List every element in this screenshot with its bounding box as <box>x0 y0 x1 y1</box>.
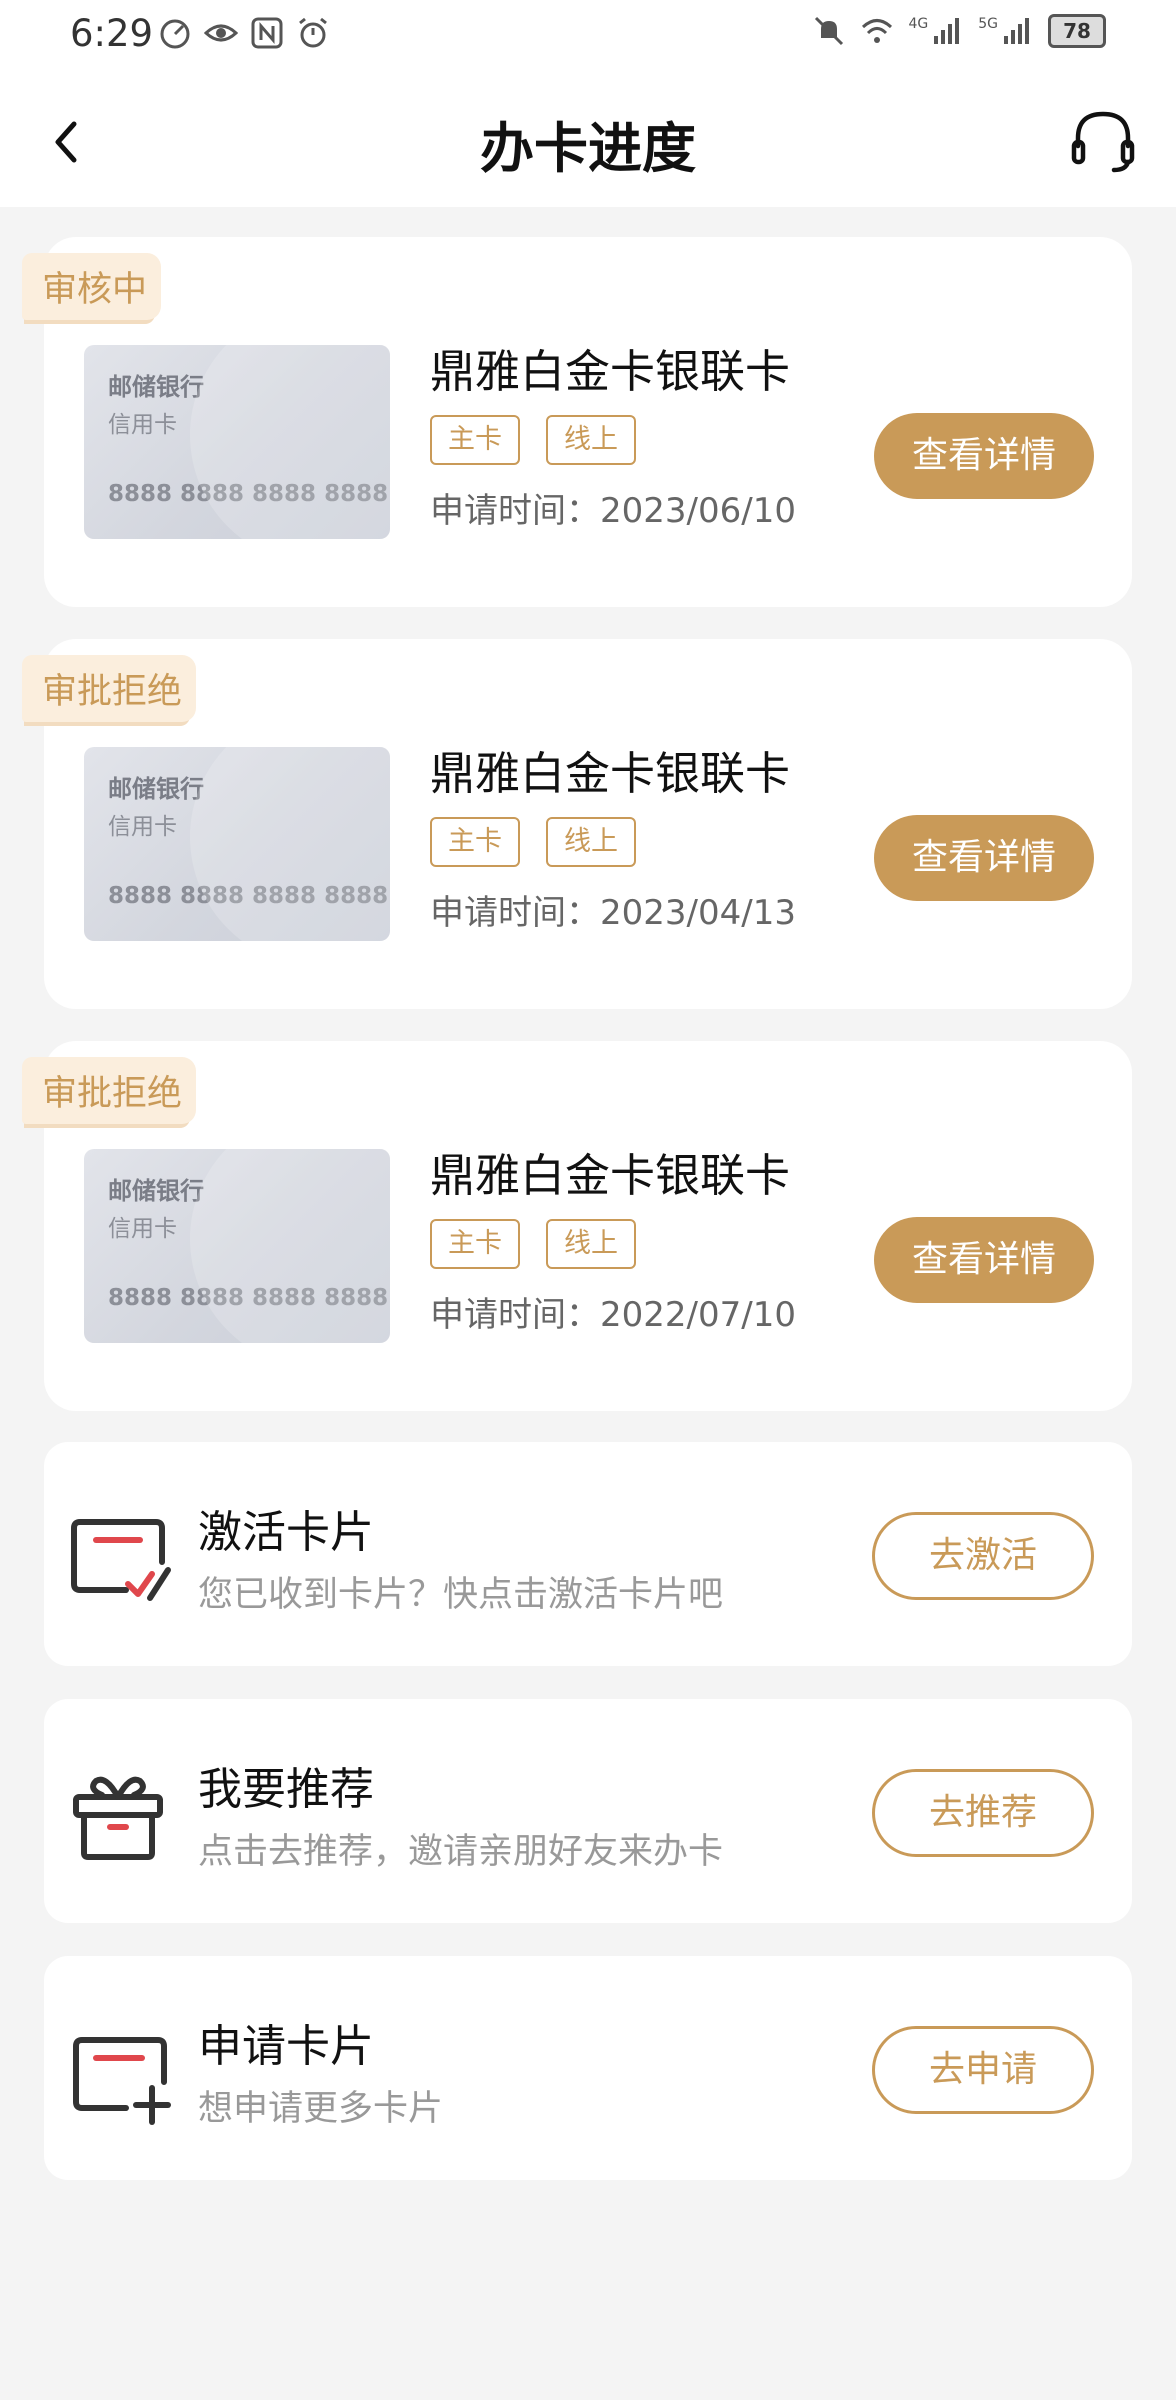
apply-time: 申请时间：2023/04/13 <box>430 893 796 933</box>
application-card: 审批拒绝 邮储银行 信用卡 8888 8888 8888 8888 鼎雅白金卡银… <box>22 639 1132 1009</box>
apply-button[interactable]: 去申请 <box>872 2026 1094 2114</box>
status-left-icons <box>158 16 330 50</box>
recommend-button[interactable]: 去推荐 <box>872 1769 1094 1857</box>
view-details-button[interactable]: 查看详情 <box>874 1217 1094 1303</box>
card-bank-name: 邮储银行 <box>108 1177 204 1205</box>
activate-button[interactable]: 去激活 <box>872 1512 1094 1600</box>
credit-card-image: 邮储银行 信用卡 8888 8888 8888 8888 <box>84 345 390 539</box>
card-product-name: 鼎雅白金卡银联卡 <box>430 747 791 800</box>
card-bank-name: 邮储银行 <box>108 373 204 401</box>
tag-primary-card: 主卡 <box>430 1219 520 1269</box>
apply-time: 申请时间：2023/06/10 <box>430 491 796 531</box>
application-card: 审批拒绝 邮储银行 信用卡 8888 8888 8888 8888 鼎雅白金卡银… <box>22 1041 1132 1411</box>
eye-icon <box>204 24 238 42</box>
action-title: 我要推荐 <box>198 1764 374 1815</box>
recommend-row[interactable]: 我要推荐 点击去推荐，邀请亲朋好友来办卡 去推荐 <box>44 1699 1132 1923</box>
wifi-icon <box>862 19 893 43</box>
nav-bar: 办卡进度 <box>0 72 1176 207</box>
action-subtitle: 想申请更多卡片 <box>198 2089 444 2129</box>
alarm-icon <box>299 17 327 48</box>
card-product-name: 鼎雅白金卡银联卡 <box>430 1149 791 1202</box>
card-activate-icon <box>71 1519 171 1601</box>
battery-indicator: 78 <box>1048 14 1106 48</box>
application-card: 审核中 邮储银行 信用卡 8888 8888 8888 8888 鼎雅白金卡银联… <box>22 237 1132 607</box>
status-badge: 审批拒绝 <box>22 655 197 722</box>
tag-online: 线上 <box>546 817 636 867</box>
card-number: 8888 8888 8888 8888 <box>108 883 389 909</box>
network-4g-label: 4G <box>908 16 929 32</box>
speedometer-icon <box>160 19 190 49</box>
card-add-icon <box>73 2037 171 2125</box>
bell-muted-icon <box>815 16 844 46</box>
action-subtitle: 您已收到卡片？快点击激活卡片吧 <box>198 1575 724 1615</box>
apply-time: 申请时间：2022/07/10 <box>430 1295 796 1335</box>
status-badge: 审核中 <box>22 253 162 320</box>
view-details-button[interactable]: 查看详情 <box>874 815 1094 901</box>
view-details-button[interactable]: 查看详情 <box>874 413 1094 499</box>
apply-card-row[interactable]: 申请卡片 想申请更多卡片 去申请 <box>44 1956 1132 2180</box>
gift-icon <box>73 1776 163 1860</box>
card-number: 8888 8888 8888 8888 <box>108 481 389 507</box>
credit-card-image: 邮储银行 信用卡 8888 8888 8888 8888 <box>84 747 390 941</box>
nfc-icon <box>251 17 283 49</box>
action-title: 激活卡片 <box>198 1507 374 1558</box>
headset-icon[interactable] <box>1068 106 1138 176</box>
card-type-label: 信用卡 <box>108 412 177 438</box>
status-right-icons: 4G 5G 78 <box>812 14 1106 48</box>
tag-online: 线上 <box>546 415 636 465</box>
network-5g-label: 5G <box>978 16 998 32</box>
card-type-label: 信用卡 <box>108 814 177 840</box>
credit-card-image: 邮储银行 信用卡 8888 8888 8888 8888 <box>84 1149 390 1343</box>
status-time: 6:29 <box>70 12 154 55</box>
activate-card-row[interactable]: 激活卡片 您已收到卡片？快点击激活卡片吧 去激活 <box>44 1442 1132 1666</box>
card-bank-name: 邮储银行 <box>108 775 204 803</box>
signal-icon <box>934 18 960 44</box>
signal-icon-2 <box>1004 18 1029 44</box>
card-product-name: 鼎雅白金卡银联卡 <box>430 345 791 398</box>
action-title: 申请卡片 <box>198 2021 374 2072</box>
card-type-label: 信用卡 <box>108 1216 177 1242</box>
action-subtitle: 点击去推荐，邀请亲朋好友来办卡 <box>198 1832 724 1872</box>
status-bar: 6:29 4G 5G 78 <box>0 0 1176 72</box>
status-badge: 审批拒绝 <box>22 1057 197 1124</box>
tag-primary-card: 主卡 <box>430 415 520 465</box>
card-number: 8888 8888 8888 8888 <box>108 1285 389 1311</box>
tag-primary-card: 主卡 <box>430 817 520 867</box>
page-title: 办卡进度 <box>480 117 696 180</box>
tag-online: 线上 <box>546 1219 636 1269</box>
